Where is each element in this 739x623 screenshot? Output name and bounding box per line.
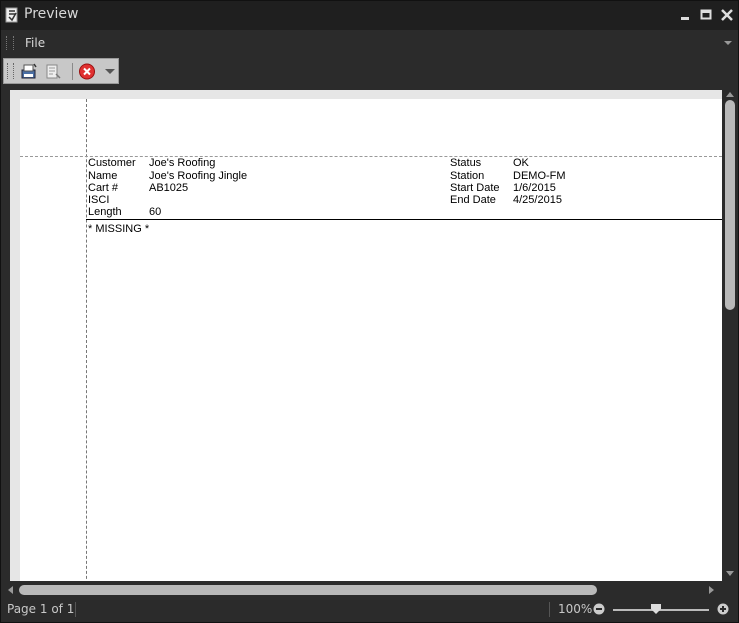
label-customer: Customer: [88, 157, 136, 169]
value-end-date: 4/25/2015: [513, 194, 562, 206]
preview-viewport[interactable]: Customer Joe's Roofing Name Joe's Roofin…: [10, 90, 722, 581]
value-customer: Joe's Roofing: [149, 157, 216, 169]
label-length: Length: [88, 206, 122, 218]
toolbar: [3, 58, 119, 84]
window-title: Preview: [24, 6, 79, 22]
vertical-scrollbar[interactable]: [722, 90, 738, 581]
label-start-date: Start Date: [450, 182, 500, 194]
maximize-icon[interactable]: [698, 7, 714, 23]
toolbar-grip[interactable]: [7, 63, 14, 79]
label-end-date: End Date: [450, 194, 496, 206]
value-station: DEMO-FM: [513, 170, 566, 182]
label-station: Station: [450, 170, 485, 182]
vertical-scroll-thumb[interactable]: [725, 100, 735, 310]
menu-grip[interactable]: [6, 36, 14, 50]
minimize-icon[interactable]: [677, 7, 693, 23]
zoom-in-icon[interactable]: [717, 603, 729, 615]
label-cart: Cart #: [88, 182, 118, 194]
status-separator: [75, 602, 76, 617]
print-setup-icon[interactable]: [43, 62, 63, 81]
menu-overflow-icon[interactable]: [723, 39, 733, 47]
preview-window: Preview File Customer Joe's Roofing Name…: [0, 0, 739, 623]
value-start-date: 1/6/2015: [513, 182, 556, 194]
report-page: Customer Joe's Roofing Name Joe's Roofin…: [20, 99, 722, 581]
section-rule: [86, 219, 722, 220]
print-icon[interactable]: [19, 62, 39, 81]
menu-bar: File: [1, 30, 738, 56]
zoom-out-icon[interactable]: [593, 603, 605, 615]
value-status: OK: [513, 157, 529, 169]
scroll-up-icon[interactable]: [726, 91, 734, 97]
status-bar: Page 1 of 1 100%: [1, 598, 738, 622]
menu-file[interactable]: File: [25, 36, 45, 50]
close-preview-icon[interactable]: [77, 62, 97, 81]
label-name: Name: [88, 170, 118, 182]
close-window-icon[interactable]: [719, 7, 735, 23]
horizontal-scroll-thumb[interactable]: [19, 585, 597, 595]
toolbar-dropdown-icon[interactable]: [100, 62, 120, 81]
zoom-level: 100%: [558, 602, 593, 616]
value-cart: AB1025: [149, 182, 189, 194]
value-name: Joe's Roofing Jingle: [149, 170, 248, 182]
horizontal-scrollbar[interactable]: [1, 581, 722, 598]
app-icon: [5, 7, 18, 23]
scroll-left-icon[interactable]: [7, 586, 13, 594]
scroll-right-icon[interactable]: [709, 586, 715, 594]
title-bar[interactable]: Preview: [1, 1, 738, 30]
scroll-down-icon[interactable]: [726, 571, 734, 577]
label-isci: ISCI: [88, 194, 110, 206]
page-indicator: Page 1 of 1: [7, 602, 75, 616]
value-length: 60: [149, 206, 162, 218]
zoom-slider-thumb[interactable]: [651, 604, 662, 614]
missing-text: * MISSING *: [88, 223, 150, 235]
margin-guide-vertical: [86, 99, 87, 581]
status-separator: [549, 602, 550, 617]
toolbar-separator: [72, 63, 73, 80]
label-status: Status: [450, 157, 482, 169]
